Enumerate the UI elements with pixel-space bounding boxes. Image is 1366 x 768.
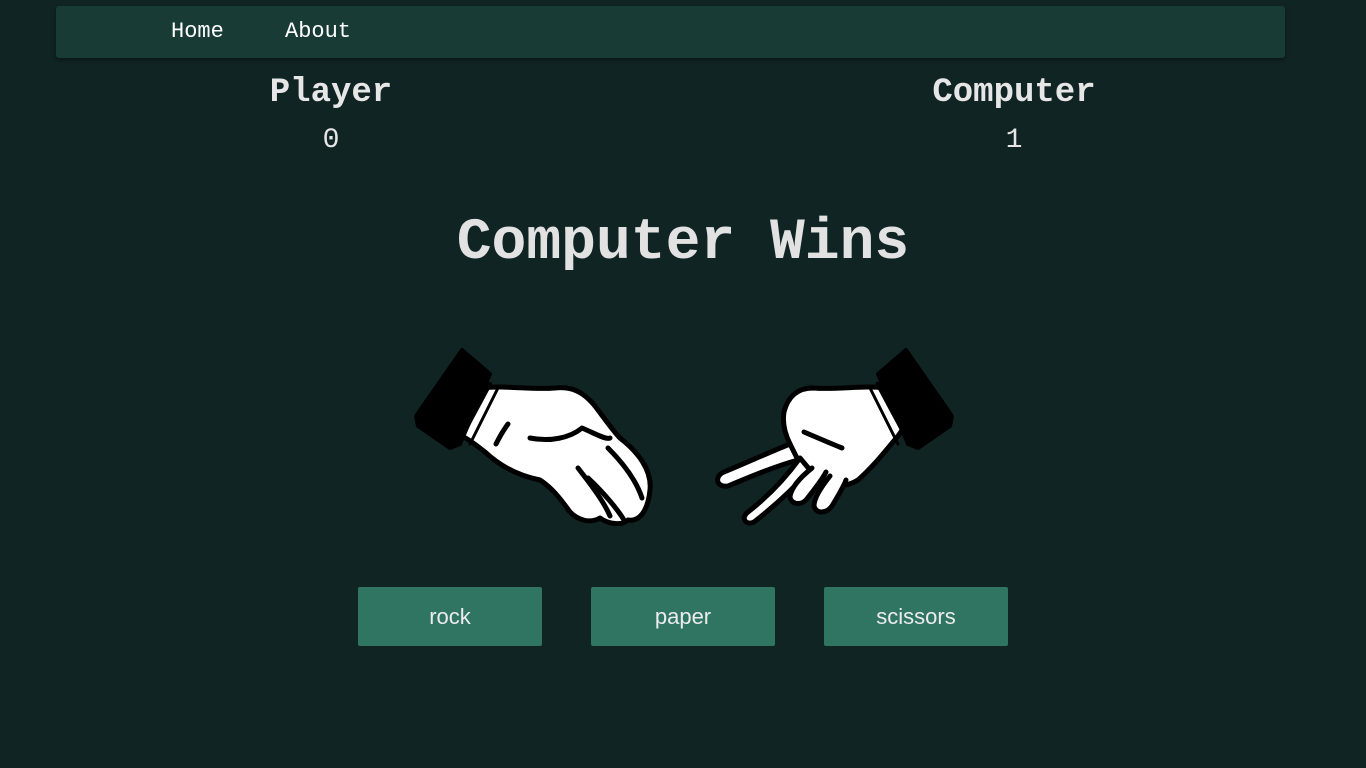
scissors-hand-icon [715,348,954,526]
rock-button[interactable]: rock [358,587,542,646]
scissors-button[interactable]: scissors [824,587,1008,646]
computer-label: Computer [932,74,1096,112]
computer-score-panel: Computer 1 [864,70,1164,166]
player-label: Player [269,74,393,112]
navbar: Home About [56,6,1285,58]
player-score: 0 [322,125,340,156]
computer-score: 1 [1005,125,1023,156]
rock-hand-icon [414,348,653,527]
nav-about-link[interactable]: About [285,6,351,58]
nav-home-link[interactable]: Home [171,6,224,58]
paper-button[interactable]: paper [591,587,775,646]
result-message: Computer Wins [456,211,910,276]
player-score-panel: Player 0 [181,70,481,166]
